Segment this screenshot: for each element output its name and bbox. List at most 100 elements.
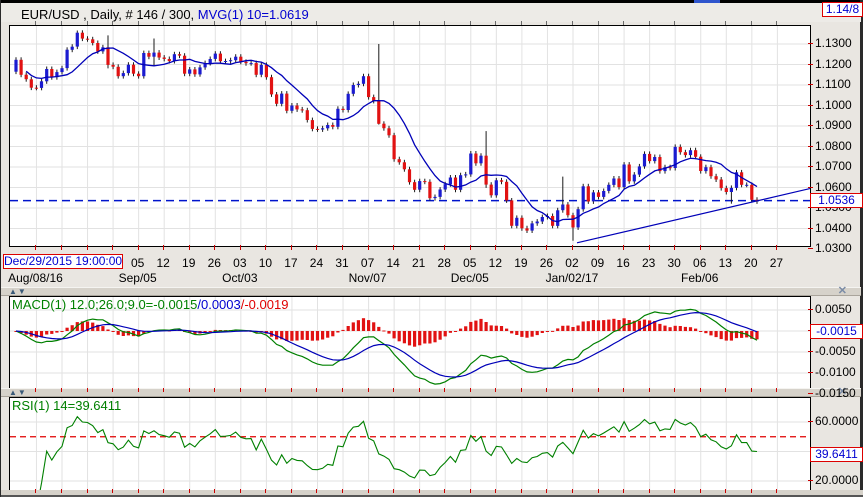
x-axis-day-label: 05 (463, 256, 477, 270)
x-axis-month-label: Jan/02/17 (545, 271, 599, 285)
x-axis-day-label: 27 (769, 256, 784, 270)
rsi-bottom-tick (86, 489, 88, 493)
macd-bottom-tick (776, 388, 778, 392)
macd-axis-label: -0.0150 (815, 386, 856, 400)
price-axis-tick (808, 186, 813, 188)
panel-collapse-arrows-icon[interactable]: ▲▼ (9, 389, 27, 397)
price-axis-tick (808, 145, 813, 147)
main-bottom-tick (495, 245, 497, 250)
panel-close-icon[interactable]: ✕ (838, 286, 847, 297)
rsi-axis-label: 20.0000 (815, 473, 859, 487)
main-bottom-tick (367, 245, 369, 250)
main-bottom-tick (750, 245, 752, 250)
price-axis-label: 1.1200 (815, 56, 852, 71)
price-axis-tick (808, 227, 813, 229)
rsi-bottom-tick (60, 489, 62, 493)
x-axis-month-label: Aug/08/16 (8, 271, 63, 285)
price-axis-label: 1.0900 (815, 118, 852, 132)
macd-bottom-tick (520, 388, 522, 392)
price-axis-label: 1.0300 (815, 241, 852, 255)
rsi-bottom-tick (699, 489, 701, 493)
main-top-tick (342, 21, 344, 25)
main-bottom-tick (393, 245, 395, 250)
price-axis-label: 1.0800 (815, 138, 852, 153)
macd-bottom-tick (163, 388, 165, 392)
main-bottom-tick (60, 245, 62, 250)
rsi-bottom-tick (571, 489, 573, 493)
macd-bottom-tick (112, 388, 114, 392)
main-bottom-tick (623, 245, 625, 250)
main-bottom-tick (776, 245, 778, 250)
x-axis-day-label: 06 (693, 256, 707, 270)
main-bottom-tick (674, 245, 676, 250)
chart-title-bar: EUR/USD , Daily, # 146 / 300, MVG(1) 10=… (1, 3, 861, 22)
panel-splitter-macd[interactable]: ▲▼ ✕ (1, 286, 861, 297)
main-top-tick (597, 21, 599, 25)
rsi-bottom-tick (648, 489, 650, 493)
x-axis-day-label: 12 (488, 256, 502, 270)
macd-bottom-tick (444, 388, 446, 392)
window-bottom-edge (1, 490, 863, 497)
macd-bottom-tick (571, 388, 573, 392)
macd-axis-label: -0.0050 (815, 344, 856, 358)
main-top-tick (623, 21, 625, 25)
macd-bottom-tick (35, 388, 37, 392)
rsi-panel[interactable] (9, 397, 811, 491)
main-top-tick (163, 21, 165, 25)
rsi-bottom-tick (469, 489, 471, 493)
main-bottom-tick (444, 245, 446, 250)
rsi-axis-tick (808, 421, 813, 422)
panel-splitter-rsi[interactable]: ▲▼ ✕ (1, 387, 861, 398)
macd-bottom-tick (214, 388, 216, 392)
macd-header: MACD(1) 12.0;26.0;9.0=-0.0015/0.0003/-0.… (12, 297, 288, 312)
main-price-chart[interactable] (9, 25, 811, 247)
main-top-tick (648, 21, 650, 25)
rsi-plot (10, 398, 810, 490)
x-axis-day-label: 24 (309, 256, 324, 270)
x-axis-day-label: 03 (233, 256, 247, 270)
macd-hist-readout: /-0.0019 (240, 297, 289, 312)
x-axis-day-label: 13 (718, 256, 732, 270)
price-axis-label: 1.1000 (815, 97, 852, 112)
price-axis-label: 1.0700 (815, 159, 852, 173)
price-axis-tick (808, 166, 813, 167)
macd-bottom-tick (546, 388, 548, 392)
macd-bottom-tick (699, 388, 701, 392)
main-bottom-tick (571, 245, 573, 250)
main-top-tick (750, 21, 752, 25)
main-top-tick (239, 21, 241, 25)
main-top-tick (546, 21, 548, 25)
macd-bottom-tick (239, 388, 241, 392)
rsi-bottom-tick (546, 489, 548, 493)
macd-bottom-tick (342, 388, 344, 392)
x-axis-day-label: 26 (207, 256, 221, 270)
main-top-tick (571, 21, 573, 25)
x-axis-month-label: Feb/06 (681, 271, 719, 285)
macd-axis-tick (808, 351, 813, 352)
main-bottom-tick (699, 245, 701, 250)
x-axis-day-label: 20 (744, 256, 758, 270)
x-axis-day-label: 19 (514, 256, 528, 270)
macd-bottom-tick (623, 388, 625, 392)
main-bottom-tick (597, 245, 599, 250)
panel-collapse-arrows-icon[interactable]: ▲▼ (9, 288, 27, 296)
main-top-tick (469, 21, 471, 25)
rsi-header: RSI(1) 14=39.6411 (12, 398, 122, 413)
main-top-tick (137, 21, 139, 25)
rsi-bottom-tick (597, 489, 599, 493)
main-bottom-tick (112, 245, 114, 250)
main-bottom-tick (137, 245, 139, 250)
quote-badge: 1.14/8 (822, 2, 863, 17)
macd-axis-tick (808, 393, 813, 394)
main-bottom-tick (239, 245, 241, 250)
main-top-tick (725, 21, 727, 25)
symbol-title: EUR/USD , Daily, # 146 / 300, (21, 7, 195, 22)
main-bottom-tick (214, 245, 216, 250)
x-axis-month-label: Nov/07 (348, 271, 387, 285)
macd-bottom-tick (137, 388, 139, 392)
main-top-tick (444, 21, 446, 25)
chart-window: EUR/USD , Daily, # 146 / 300, MVG(1) 10=… (0, 0, 863, 497)
macd-bottom-tick (674, 388, 676, 392)
x-axis-day-label: 14 (386, 256, 400, 270)
x-axis-day-label: 17 (284, 256, 298, 270)
